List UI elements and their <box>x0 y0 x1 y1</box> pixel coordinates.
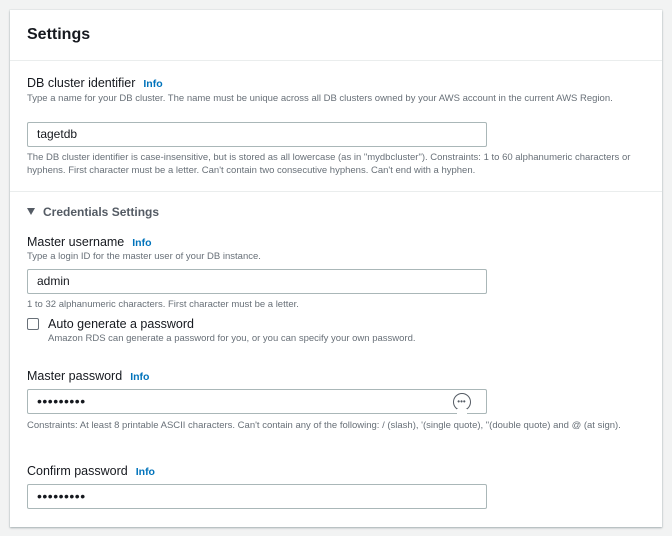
master-username-info-link[interactable]: Info <box>132 237 151 249</box>
section-divider <box>10 191 662 192</box>
master-password-label: Master password <box>27 369 123 383</box>
caret-down-icon <box>27 208 35 215</box>
cluster-identifier-description: Type a name for your DB cluster. The nam… <box>27 93 613 104</box>
master-password-label-row: Master password Info <box>27 369 149 383</box>
auto-generate-password-checkbox[interactable] <box>27 318 39 330</box>
master-username-label-row: Master username Info <box>27 235 152 249</box>
master-username-input[interactable]: admin <box>27 269 487 294</box>
master-username-description: Type a login ID for the master user of y… <box>27 251 261 262</box>
credentials-settings-toggle[interactable]: Credentials Settings <box>27 205 159 219</box>
cluster-identifier-label-row: DB cluster identifier Info <box>27 76 163 90</box>
cluster-identifier-constraints: The DB cluster identifier is case-insens… <box>27 152 631 176</box>
master-username-label: Master username <box>27 235 125 249</box>
master-password-constraints: Constraints: At least 8 printable ASCII … <box>27 420 621 431</box>
credentials-settings-title: Credentials Settings <box>43 205 160 219</box>
master-username-constraints: 1 to 32 alphanumeric characters. First c… <box>27 299 299 310</box>
cluster-identifier-info-link[interactable]: Info <box>143 78 162 90</box>
settings-panel: Settings DB cluster identifier Info Type … <box>10 10 662 527</box>
confirm-password-input[interactable]: ••••••••• <box>27 484 487 509</box>
cluster-identifier-label: DB cluster identifier <box>27 76 136 90</box>
confirm-password-info-link[interactable]: Info <box>136 466 155 478</box>
confirm-password-label-row: Confirm password Info <box>27 464 155 478</box>
auto-generate-password-label[interactable]: Auto generate a password <box>48 317 194 331</box>
page-title: Settings <box>27 26 91 43</box>
cluster-identifier-input[interactable]: tagetdb <box>27 122 487 147</box>
show-password-icon[interactable]: ••• <box>453 393 471 414</box>
confirm-password-label: Confirm password <box>27 464 128 478</box>
master-password-input[interactable]: ••••••••• <box>27 389 487 414</box>
settings-header: Settings <box>10 10 662 61</box>
auto-generate-password-description: Amazon RDS can generate a password for y… <box>48 333 416 344</box>
master-password-info-link[interactable]: Info <box>130 371 149 383</box>
